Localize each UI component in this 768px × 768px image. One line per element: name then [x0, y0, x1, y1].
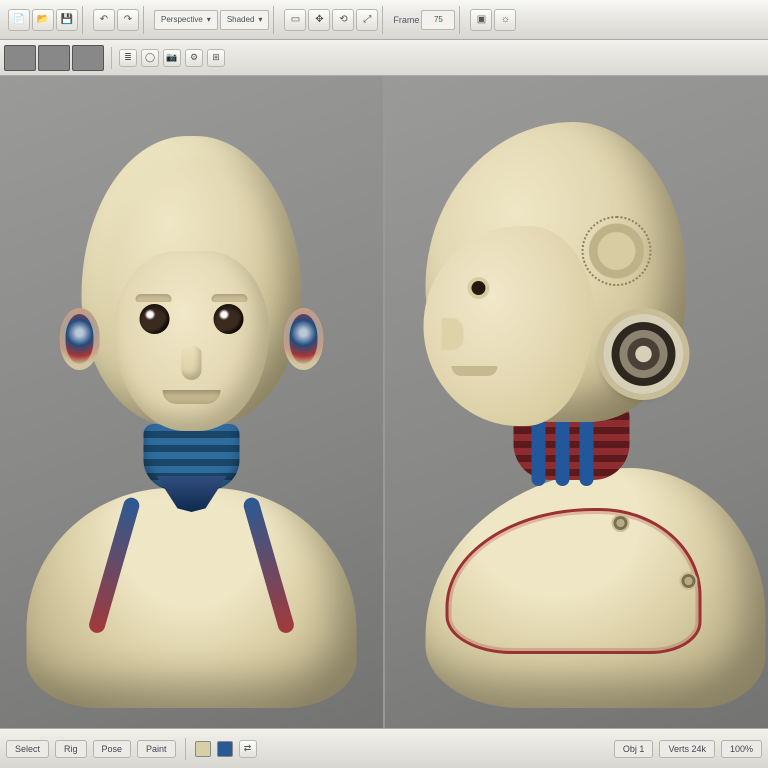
secondary-toolbar: ≣ ◯ 📷 ⚙ ⊞ [0, 40, 768, 76]
history-group: ↶ ↷ [89, 6, 144, 34]
redo-icon: ↷ [124, 14, 132, 25]
color-swatch-primary[interactable] [195, 741, 211, 757]
viewport-front[interactable] [0, 76, 383, 728]
mode-chip-label: Paint [146, 744, 167, 754]
camera-mode-dropdown[interactable]: Perspective ▾ [154, 10, 218, 30]
mode-chip-label: Pose [102, 744, 123, 754]
frame-label: Frame [393, 15, 419, 25]
vertex-count-label: Verts 24k [668, 744, 706, 754]
mode-chip-paint[interactable]: Paint [137, 740, 176, 758]
reference-thumbnails [4, 45, 104, 71]
viewport-front-canvas [0, 76, 383, 728]
main-toolbar: 📄 📂 💾 ↶ ↷ Perspective ▾ Shaded ▾ ▭ ✥ ⟲ ⤢… [0, 0, 768, 40]
viewport-area [0, 76, 768, 728]
mode-chip-label: Select [15, 744, 40, 754]
reference-thumb-1[interactable] [4, 45, 36, 71]
select-icon: ▭ [291, 14, 300, 25]
light-icon: ☼ [501, 14, 510, 25]
move-tool-button[interactable]: ✥ [308, 9, 330, 31]
rotate-tool-button[interactable]: ⟲ [332, 9, 354, 31]
render-icon: ▣ [477, 14, 486, 25]
mode-chip-pose[interactable]: Pose [93, 740, 132, 758]
layers-button[interactable]: ≣ [119, 49, 137, 67]
zoom-readout[interactable]: 100% [721, 740, 762, 758]
select-tool-button[interactable]: ▭ [284, 9, 306, 31]
open-icon: 📂 [37, 14, 49, 25]
scale-tool-button[interactable]: ⤢ [356, 9, 378, 31]
render-group: ▣ ☼ [466, 6, 520, 34]
save-button[interactable]: 💾 [56, 9, 78, 31]
file-button[interactable]: 📄 [8, 9, 30, 31]
camera-mode-label: Perspective [161, 15, 203, 24]
material-icon: ◯ [145, 52, 155, 63]
file-group: 📄 📂 💾 [4, 6, 83, 34]
settings-icon: ⚙ [190, 52, 198, 63]
shading-mode-label: Shaded [227, 15, 255, 24]
settings-button[interactable]: ⚙ [185, 49, 203, 67]
dropdown-icon: ▾ [258, 15, 262, 24]
move-icon: ✥ [315, 14, 323, 25]
status-bar: Select Rig Pose Paint ⇄ Obj 1 Verts 24k … [0, 728, 768, 768]
vertex-count: Verts 24k [659, 740, 715, 758]
reference-thumb-3[interactable] [72, 45, 104, 71]
color-swatch-secondary[interactable] [217, 741, 233, 757]
grid-icon: ⊞ [212, 52, 220, 63]
rotate-icon: ⟲ [339, 14, 347, 25]
layers-icon: ≣ [124, 52, 132, 63]
viewport-side-canvas [385, 76, 768, 728]
zoom-value: 100% [730, 744, 753, 754]
divider [111, 47, 112, 69]
reference-thumb-2[interactable] [38, 45, 70, 71]
frame-input[interactable]: 75 [421, 10, 455, 30]
divider [185, 738, 186, 760]
frame-group: Frame 75 [389, 6, 460, 34]
open-button[interactable]: 📂 [32, 9, 54, 31]
material-button[interactable]: ◯ [141, 49, 159, 67]
mode-chip-label: Rig [64, 744, 78, 754]
camera-button[interactable]: 📷 [163, 49, 181, 67]
mode-chip-rig[interactable]: Rig [55, 740, 87, 758]
redo-button[interactable]: ↷ [117, 9, 139, 31]
scale-icon: ⤢ [363, 14, 371, 25]
save-icon: 💾 [61, 14, 73, 25]
light-button[interactable]: ☼ [494, 9, 516, 31]
transform-group: ▭ ✥ ⟲ ⤢ [280, 6, 383, 34]
swap-colors-button[interactable]: ⇄ [239, 740, 257, 758]
mode-chip-select[interactable]: Select [6, 740, 49, 758]
undo-icon: ↶ [100, 14, 108, 25]
viewport-side[interactable] [385, 76, 768, 728]
grid-button[interactable]: ⊞ [207, 49, 225, 67]
frame-value: 75 [434, 15, 443, 24]
undo-button[interactable]: ↶ [93, 9, 115, 31]
render-button[interactable]: ▣ [470, 9, 492, 31]
camera-icon: 📷 [166, 52, 177, 63]
file-icon: 📄 [13, 14, 25, 25]
shading-mode-dropdown[interactable]: Shaded ▾ [220, 10, 270, 30]
view-mode-group: Perspective ▾ Shaded ▾ [150, 6, 274, 34]
swap-icon: ⇄ [244, 743, 252, 754]
dropdown-icon: ▾ [207, 15, 211, 24]
object-count: Obj 1 [614, 740, 654, 758]
object-count-label: Obj 1 [623, 744, 645, 754]
